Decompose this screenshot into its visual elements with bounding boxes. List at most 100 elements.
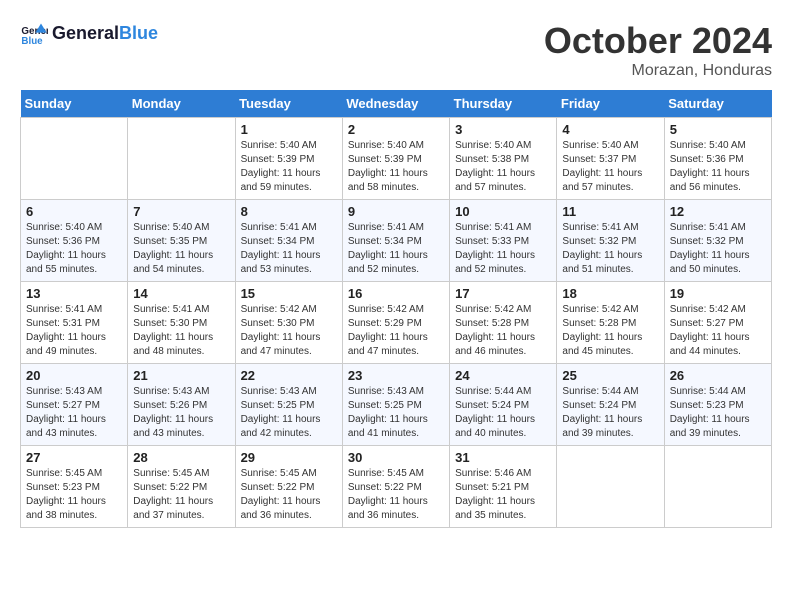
calendar-cell: 5 Sunrise: 5:40 AM Sunset: 5:36 PM Daylig…	[664, 118, 771, 200]
day-number: 22	[241, 368, 337, 383]
calendar-week-row: 13 Sunrise: 5:41 AM Sunset: 5:31 PM Dayli…	[21, 282, 772, 364]
cell-content: Sunrise: 5:41 AM Sunset: 5:33 PM Dayligh…	[455, 221, 551, 277]
cell-content: Sunrise: 5:41 AM Sunset: 5:32 PM Dayligh…	[562, 221, 658, 277]
day-number: 4	[562, 122, 658, 137]
calendar-cell: 24 Sunrise: 5:44 AM Sunset: 5:24 PM Dayli…	[450, 364, 557, 446]
calendar-cell: 13 Sunrise: 5:41 AM Sunset: 5:31 PM Dayli…	[21, 282, 128, 364]
calendar-week-row: 20 Sunrise: 5:43 AM Sunset: 5:27 PM Dayli…	[21, 364, 772, 446]
weekday-header: Sunday	[21, 90, 128, 118]
day-number: 15	[241, 286, 337, 301]
calendar-cell: 26 Sunrise: 5:44 AM Sunset: 5:23 PM Dayli…	[664, 364, 771, 446]
calendar-cell: 4Sunrise: 5:40 AM Sunset: 5:37 PM Daylig…	[557, 118, 664, 200]
day-number: 16	[348, 286, 444, 301]
day-number: 18	[562, 286, 658, 301]
day-number: 28	[133, 450, 229, 465]
calendar-cell: 7 Sunrise: 5:40 AM Sunset: 5:35 PM Daylig…	[128, 200, 235, 282]
calendar-cell: 22 Sunrise: 5:43 AM Sunset: 5:25 PM Dayli…	[235, 364, 342, 446]
weekday-header: Saturday	[664, 90, 771, 118]
day-number: 8	[241, 204, 337, 219]
calendar-cell: 30 Sunrise: 5:45 AM Sunset: 5:22 PM Dayli…	[342, 446, 449, 528]
day-number: 3	[455, 122, 551, 137]
day-number: 26	[670, 368, 766, 383]
calendar-cell: 28Sunrise: 5:45 AM Sunset: 5:22 PM Dayli…	[128, 446, 235, 528]
day-number: 29	[241, 450, 337, 465]
cell-content: Sunrise: 5:44 AM Sunset: 5:24 PM Dayligh…	[455, 385, 551, 441]
page-header: General Blue GeneralBlue October 2024 Mo…	[20, 20, 772, 80]
day-number: 23	[348, 368, 444, 383]
calendar-cell: 9 Sunrise: 5:41 AM Sunset: 5:34 PM Daylig…	[342, 200, 449, 282]
cell-content: Sunrise: 5:40 AM Sunset: 5:38 PM Dayligh…	[455, 139, 551, 195]
weekday-header: Wednesday	[342, 90, 449, 118]
day-number: 9	[348, 204, 444, 219]
cell-content: Sunrise: 5:41 AM Sunset: 5:30 PM Dayligh…	[133, 303, 229, 359]
calendar-table: SundayMondayTuesdayWednesdayThursdayFrid…	[20, 90, 772, 528]
calendar-cell: 21 Sunrise: 5:43 AM Sunset: 5:26 PM Dayli…	[128, 364, 235, 446]
cell-content: Sunrise: 5:45 AM Sunset: 5:22 PM Dayligh…	[348, 467, 444, 523]
day-number: 27	[26, 450, 122, 465]
calendar-cell: 14 Sunrise: 5:41 AM Sunset: 5:30 PM Dayli…	[128, 282, 235, 364]
calendar-cell: 6Sunrise: 5:40 AM Sunset: 5:36 PM Daylig…	[21, 200, 128, 282]
day-number: 31	[455, 450, 551, 465]
calendar-week-row: 27 Sunrise: 5:45 AM Sunset: 5:23 PM Dayli…	[21, 446, 772, 528]
cell-content: Sunrise: 5:41 AM Sunset: 5:34 PM Dayligh…	[241, 221, 337, 277]
month-title: October 2024	[544, 20, 772, 62]
calendar-cell	[557, 446, 664, 528]
cell-content: Sunrise: 5:40 AM Sunset: 5:39 PM Dayligh…	[241, 139, 337, 195]
day-number: 6	[26, 204, 122, 219]
cell-content: Sunrise: 5:43 AM Sunset: 5:27 PM Dayligh…	[26, 385, 122, 441]
cell-content: Sunrise: 5:42 AM Sunset: 5:29 PM Dayligh…	[348, 303, 444, 359]
calendar-week-row: 1Sunrise: 5:40 AM Sunset: 5:39 PM Daylig…	[21, 118, 772, 200]
day-number: 7	[133, 204, 229, 219]
cell-content: Sunrise: 5:41 AM Sunset: 5:32 PM Dayligh…	[670, 221, 766, 277]
day-number: 10	[455, 204, 551, 219]
cell-content: Sunrise: 5:41 AM Sunset: 5:34 PM Dayligh…	[348, 221, 444, 277]
cell-content: Sunrise: 5:41 AM Sunset: 5:31 PM Dayligh…	[26, 303, 122, 359]
cell-content: Sunrise: 5:43 AM Sunset: 5:26 PM Dayligh…	[133, 385, 229, 441]
calendar-week-row: 6Sunrise: 5:40 AM Sunset: 5:36 PM Daylig…	[21, 200, 772, 282]
cell-content: Sunrise: 5:43 AM Sunset: 5:25 PM Dayligh…	[348, 385, 444, 441]
calendar-cell: 16 Sunrise: 5:42 AM Sunset: 5:29 PM Dayli…	[342, 282, 449, 364]
calendar-cell: 11 Sunrise: 5:41 AM Sunset: 5:32 PM Dayli…	[557, 200, 664, 282]
calendar-cell: 10 Sunrise: 5:41 AM Sunset: 5:33 PM Dayli…	[450, 200, 557, 282]
logo: General Blue GeneralBlue	[20, 20, 158, 48]
svg-text:Blue: Blue	[21, 36, 43, 47]
day-number: 12	[670, 204, 766, 219]
cell-content: Sunrise: 5:40 AM Sunset: 5:36 PM Dayligh…	[670, 139, 766, 195]
day-number: 11	[562, 204, 658, 219]
cell-content: Sunrise: 5:44 AM Sunset: 5:24 PM Dayligh…	[562, 385, 658, 441]
cell-content: Sunrise: 5:45 AM Sunset: 5:22 PM Dayligh…	[241, 467, 337, 523]
day-number: 30	[348, 450, 444, 465]
calendar-cell: 19Sunrise: 5:42 AM Sunset: 5:27 PM Dayli…	[664, 282, 771, 364]
day-number: 19	[670, 286, 766, 301]
cell-content: Sunrise: 5:45 AM Sunset: 5:23 PM Dayligh…	[26, 467, 122, 523]
calendar-cell	[128, 118, 235, 200]
cell-content: Sunrise: 5:42 AM Sunset: 5:28 PM Dayligh…	[562, 303, 658, 359]
cell-content: Sunrise: 5:40 AM Sunset: 5:35 PM Dayligh…	[133, 221, 229, 277]
weekday-header: Monday	[128, 90, 235, 118]
calendar-cell: 25Sunrise: 5:44 AM Sunset: 5:24 PM Dayli…	[557, 364, 664, 446]
calendar-cell: 27 Sunrise: 5:45 AM Sunset: 5:23 PM Dayli…	[21, 446, 128, 528]
calendar-cell: 17Sunrise: 5:42 AM Sunset: 5:28 PM Dayli…	[450, 282, 557, 364]
day-number: 5	[670, 122, 766, 137]
calendar-cell: 20 Sunrise: 5:43 AM Sunset: 5:27 PM Dayli…	[21, 364, 128, 446]
cell-content: Sunrise: 5:43 AM Sunset: 5:25 PM Dayligh…	[241, 385, 337, 441]
calendar-cell: 31Sunrise: 5:46 AM Sunset: 5:21 PM Dayli…	[450, 446, 557, 528]
calendar-cell: 12 Sunrise: 5:41 AM Sunset: 5:32 PM Dayli…	[664, 200, 771, 282]
cell-content: Sunrise: 5:44 AM Sunset: 5:23 PM Dayligh…	[670, 385, 766, 441]
day-number: 14	[133, 286, 229, 301]
title-block: October 2024 Morazan, Honduras	[544, 20, 772, 80]
calendar-cell: 8 Sunrise: 5:41 AM Sunset: 5:34 PM Daylig…	[235, 200, 342, 282]
day-number: 13	[26, 286, 122, 301]
location: Morazan, Honduras	[544, 62, 772, 80]
weekday-header-row: SundayMondayTuesdayWednesdayThursdayFrid…	[21, 90, 772, 118]
cell-content: Sunrise: 5:42 AM Sunset: 5:30 PM Dayligh…	[241, 303, 337, 359]
calendar-cell: 23 Sunrise: 5:43 AM Sunset: 5:25 PM Dayli…	[342, 364, 449, 446]
calendar-cell: 1Sunrise: 5:40 AM Sunset: 5:39 PM Daylig…	[235, 118, 342, 200]
day-number: 20	[26, 368, 122, 383]
day-number: 24	[455, 368, 551, 383]
calendar-cell	[21, 118, 128, 200]
weekday-header: Tuesday	[235, 90, 342, 118]
day-number: 21	[133, 368, 229, 383]
calendar-cell: 29 Sunrise: 5:45 AM Sunset: 5:22 PM Dayli…	[235, 446, 342, 528]
cell-content: Sunrise: 5:42 AM Sunset: 5:28 PM Dayligh…	[455, 303, 551, 359]
